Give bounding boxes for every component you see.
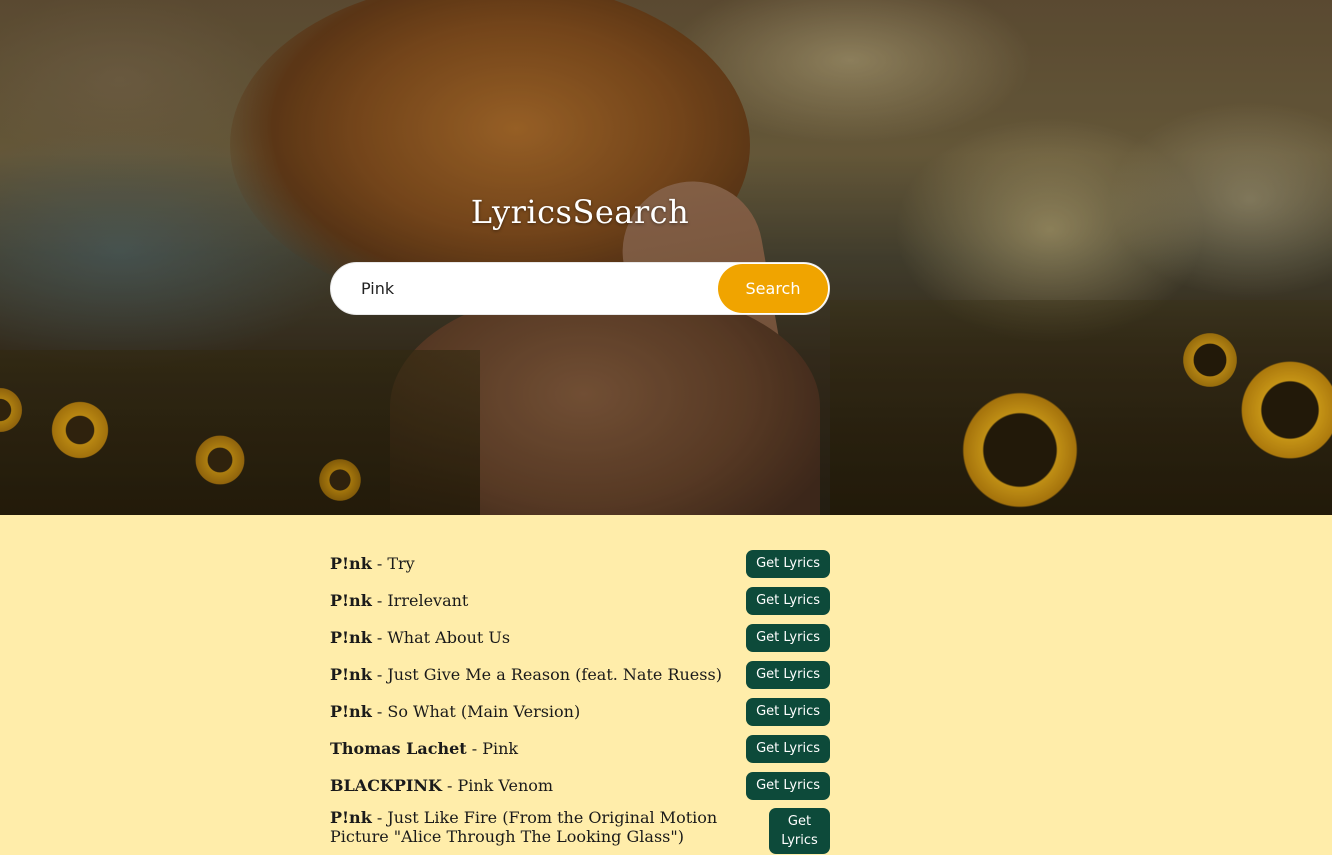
search-button[interactable]: Search [718, 264, 828, 313]
separator: - [371, 702, 388, 721]
song-title: Try [387, 554, 415, 573]
song-title: Just Like Fire (From the Original Motion… [330, 808, 718, 846]
get-lyrics-button[interactable]: Get Lyrics [746, 734, 830, 763]
song-info: BLACKPINK - Pink Venom [330, 776, 553, 795]
song-title: Pink [482, 739, 519, 758]
get-lyrics-button[interactable]: Get Lyrics [746, 586, 830, 615]
separator: - [466, 739, 483, 758]
song-title: Just Give Me a Reason (feat. Nate Ruess) [387, 665, 722, 684]
result-row: P!nk - So What (Main Version) Get Lyrics [330, 693, 830, 730]
separator: - [441, 776, 458, 795]
artist-name: P!nk [330, 591, 372, 610]
result-row: P!nk - What About Us Get Lyrics [330, 619, 830, 656]
separator: - [371, 665, 388, 684]
artist-name: Thomas Lachet [330, 739, 467, 758]
artist-name: BLACKPINK [330, 776, 442, 795]
artist-name: P!nk [330, 808, 372, 827]
result-row: P!nk - Just Like Fire (From the Original… [330, 804, 830, 854]
search-form: Search [330, 262, 830, 315]
song-title: So What (Main Version) [387, 702, 581, 721]
result-row: Thomas Lachet - Pink Get Lyrics [330, 730, 830, 767]
separator: - [371, 591, 388, 610]
song-info: P!nk - What About Us [330, 628, 510, 647]
song-title: What About Us [387, 628, 511, 647]
song-info: P!nk - Irrelevant [330, 591, 468, 610]
result-row: P!nk - Try Get Lyrics [330, 545, 830, 582]
song-info: P!nk - So What (Main Version) [330, 702, 580, 721]
artist-name: P!nk [330, 628, 372, 647]
song-info: P!nk - Just Give Me a Reason (feat. Nate… [330, 665, 722, 684]
separator: - [371, 554, 388, 573]
get-lyrics-button[interactable]: Get Lyrics [746, 697, 830, 726]
search-input[interactable] [331, 263, 717, 314]
get-lyrics-button[interactable]: Get Lyrics [746, 549, 830, 578]
hero-banner [0, 0, 1332, 515]
artist-name: P!nk [330, 665, 372, 684]
song-info: Thomas Lachet - Pink [330, 739, 518, 758]
get-lyrics-button[interactable]: Get Lyrics [746, 623, 830, 652]
result-row: P!nk - Just Give Me a Reason (feat. Nate… [330, 656, 830, 693]
site-title: LyricsSearch [470, 193, 690, 231]
artist-name: P!nk [330, 554, 372, 573]
song-info: P!nk - Just Like Fire (From the Original… [330, 808, 740, 846]
hero-overlay [0, 0, 1332, 515]
song-title: Pink Venom [457, 776, 554, 795]
result-row: P!nk - Irrelevant Get Lyrics [330, 582, 830, 619]
song-title: Irrelevant [387, 591, 469, 610]
song-info: P!nk - Try [330, 554, 415, 573]
get-lyrics-button[interactable]: Get Lyrics [746, 660, 830, 689]
get-lyrics-button[interactable]: Get Lyrics [769, 808, 830, 854]
artist-name: P!nk [330, 702, 372, 721]
separator: - [371, 628, 388, 647]
results-list: P!nk - Try Get Lyrics P!nk - Irrelevant … [330, 545, 830, 854]
result-row: BLACKPINK - Pink Venom Get Lyrics [330, 767, 830, 804]
get-lyrics-button[interactable]: Get Lyrics [746, 771, 830, 800]
separator: - [371, 808, 388, 827]
